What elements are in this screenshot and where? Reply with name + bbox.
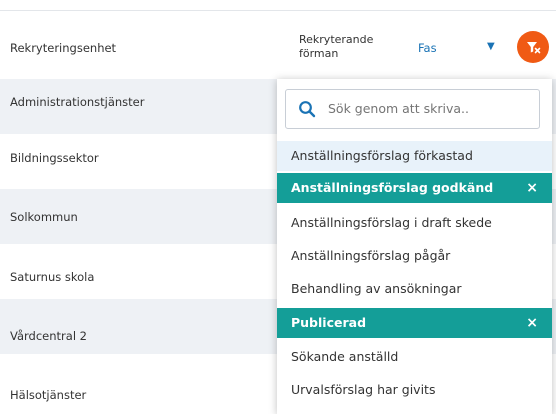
option-anstallningsforslag-i-draft-skede[interactable]: Anställningsförslag i draft skede	[277, 208, 552, 238]
option-behandling-av-ansokningar[interactable]: Behandling av ansökningar	[277, 274, 552, 304]
option-label: Sökande anställd	[291, 349, 399, 364]
column-header-recruiting-manager[interactable]: Rekryterande förman	[299, 33, 373, 61]
search-icon	[299, 101, 316, 118]
option-label: Anställningsförslag i draft skede	[291, 215, 492, 230]
row-unit-label: Vårdcentral 2	[10, 329, 87, 343]
remove-selection-icon[interactable]: ×	[526, 308, 538, 338]
search-placeholder: Sök genom att skriva..	[328, 101, 469, 116]
option-label: Behandling av ansökningar	[291, 281, 462, 296]
column-header-recruiting-manager-line2: förman	[299, 47, 339, 60]
phase-dropdown-panel: Sök genom att skriva.. Anställningsförsl…	[277, 79, 552, 414]
row-unit-label: Bildningssektor	[10, 151, 99, 165]
option-sokande-anstalld[interactable]: Sökande anställd	[277, 342, 552, 372]
option-label: Urvalsförslag har givits	[291, 382, 436, 397]
row-unit-label: Saturnus skola	[10, 270, 95, 284]
option-label: Anställningsförslag förkastad	[291, 148, 473, 163]
filter-remove-icon	[527, 42, 541, 54]
caret-down-icon[interactable]: ▼	[487, 41, 495, 52]
option-publicerad[interactable]: Publicerad ×	[277, 308, 552, 338]
search-input[interactable]: Sök genom att skriva..	[285, 89, 540, 129]
row-unit-label: Hälsotjänster	[10, 388, 87, 402]
option-label: Publicerad	[291, 315, 367, 330]
phase-filter-dropdown-label[interactable]: Fas	[418, 41, 437, 55]
option-label: Anställningsförslag godkänd	[291, 180, 494, 195]
option-anstallningsforslag-forkastad[interactable]: Anställningsförslag förkastad	[277, 141, 552, 171]
row-unit-label: Administrationstjänster	[10, 95, 145, 109]
row-unit-label: Solkommun	[10, 210, 78, 224]
table-top-border	[0, 10, 556, 11]
option-anstallningsforslag-godkand[interactable]: Anställningsförslag godkänd ×	[277, 173, 552, 203]
column-header-recruiting-unit[interactable]: Rekryteringsenhet	[10, 41, 116, 55]
option-urvalsforslag-har-givits[interactable]: Urvalsförslag har givits	[277, 375, 552, 405]
clear-filter-button[interactable]	[517, 31, 549, 63]
remove-selection-icon[interactable]: ×	[526, 173, 538, 203]
option-anstallningsforslag-pagar[interactable]: Anställningsförslag pågår	[277, 241, 552, 271]
column-header-recruiting-manager-line1: Rekryterande	[299, 33, 374, 46]
option-label: Anställningsförslag pågår	[291, 248, 451, 263]
